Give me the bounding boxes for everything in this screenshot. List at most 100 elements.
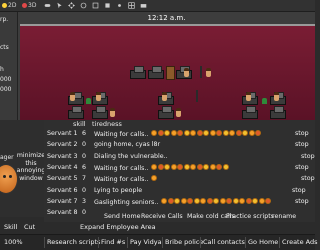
status-text: Waiting for calls.. [94,164,149,172]
servant-sprite[interactable] [206,68,211,77]
tiredness-meter [151,163,229,172]
tired-face-icon [232,197,239,204]
tired-face-icon [209,130,216,136]
tired-face-icon [157,163,164,170]
find-numbers-button[interactable]: Find #s [101,238,125,246]
create-ads-button[interactable]: Create Ads [282,238,318,246]
tired-face-icon [248,130,255,136]
practice-scripts-button[interactable]: Practice scripts [226,212,274,222]
camera-icon[interactable] [140,2,147,9]
skill-value: 6 [82,163,87,171]
table-row[interactable]: Servant 3 0 Dialing the vulnerable.. stop [44,152,315,163]
minimize-button[interactable]: minimize this annoying window [16,152,46,182]
servant-name: Servant 6 [47,186,78,194]
status-text: Gaslighting seniors.. [94,198,159,206]
tab-cut[interactable]: Cut [24,223,35,231]
office-room[interactable] [20,24,315,120]
tired-face-icon [180,197,187,204]
tired-face-icon [258,197,265,204]
tired-face-icon [219,197,226,204]
pivot-icon[interactable] [116,2,123,9]
tired-face-icon [196,130,203,136]
desk [68,106,84,119]
table-row[interactable]: Servant 4 6 Waiting for calls.. stop [44,163,315,174]
servant-status: Dialing the vulnerable.. [94,153,168,160]
tired-face-icon [252,197,259,204]
stop-button[interactable]: stop [295,164,309,171]
stop-button[interactable]: stop [301,175,315,182]
stop-button[interactable]: stop [295,198,309,205]
grid-icon[interactable] [128,2,135,9]
stop-button[interactable]: stop [295,130,309,137]
tired-face-icon [209,163,216,170]
tired-face-icon [187,197,194,204]
servant-sprite[interactable] [176,108,181,117]
servant-sprite[interactable] [70,92,75,101]
tired-face-icon [235,130,242,136]
tiredness-meter [151,175,158,183]
skill-value: 0 [82,186,87,194]
servant-sprite[interactable] [162,92,167,101]
action-bar: 100% Research scripts Find #s Pay Vidya Brib… [0,234,318,250]
expand-employee-area-button[interactable]: Expand Employee Area [80,223,156,231]
stop-button[interactable]: stop [295,141,309,148]
servant-sprite[interactable] [96,92,101,101]
call-contacts-button[interactable]: Call contacts [203,238,245,246]
table-row[interactable]: Servant 7 3 Gaslighting seniors.. stop [44,197,315,208]
table-row[interactable]: Servant 5 7 Waiting for calls.. stop [44,174,315,185]
select-icon[interactable] [56,2,63,9]
tired-face-icon [200,197,207,204]
rect-icon[interactable] [104,2,111,9]
separator [127,237,128,248]
tab-skill[interactable]: Skill [4,223,17,231]
stop-button[interactable]: stop [301,153,315,160]
separator [162,237,163,248]
desk [130,66,146,79]
servant-status: going home, cyas l8r [94,141,160,148]
tired-face-icon [183,163,190,170]
stop-button[interactable]: stop [292,187,306,194]
gamepad-icon[interactable] [44,2,51,9]
pay-vidya-button[interactable]: Pay Vidya [130,238,162,246]
go-home-button[interactable]: Go Home [248,238,278,246]
pole [196,90,198,102]
eye [9,175,12,178]
servant-name: Servant 2 [47,141,78,149]
table-row[interactable]: Servant 1 6 Waiting for calls.. stop [44,129,315,140]
rotate-icon[interactable] [80,2,87,9]
research-scripts-button[interactable]: Research scripts [47,238,100,246]
tired-face-icon [255,130,262,136]
receive-calls-button[interactable]: Receive Calls [141,212,183,222]
separator [44,237,45,248]
tired-face-icon [196,163,203,170]
skill-value: 0 [82,209,87,217]
tired-face-icon [229,130,236,136]
tiredness-meter [161,197,272,206]
filing-cabinet [166,66,175,80]
plant [262,98,267,104]
servant-status: Gaslighting seniors.. [94,197,272,206]
zoom-level: 100% [4,238,23,246]
status-text: Waiting for calls.. [94,176,149,184]
servant-sprite[interactable] [110,108,115,117]
editor-toolbar: 2D 3D [0,0,315,12]
send-home-button[interactable]: Send Home [104,212,140,222]
bribe-police-button[interactable]: Bribe police [165,238,203,246]
table-row[interactable]: Servant 2 0 going home, cyas l8r stop [44,140,315,151]
status-text: Waiting for calls.. [94,131,149,138]
servant-sprite[interactable] [274,92,279,101]
mode-2d-toggle[interactable]: 2D [2,1,16,11]
separator [98,237,99,248]
game-clock: 12:12 a.m. [147,14,186,22]
rename-button[interactable]: rename [272,212,296,222]
servant-sprite[interactable] [246,92,251,101]
servant-sprite[interactable] [184,68,189,77]
game-view[interactable]: 12:12 a.m. [18,12,315,120]
table-row[interactable]: Servant 6 0 Lying to people stop [44,186,315,197]
scale-icon[interactable] [92,2,99,9]
tired-face-icon [157,130,164,136]
move-icon[interactable] [68,2,75,9]
tired-face-icon [203,130,210,136]
mode-3d-toggle[interactable]: 3D [22,1,36,11]
column-header-skill: skill [73,120,86,128]
